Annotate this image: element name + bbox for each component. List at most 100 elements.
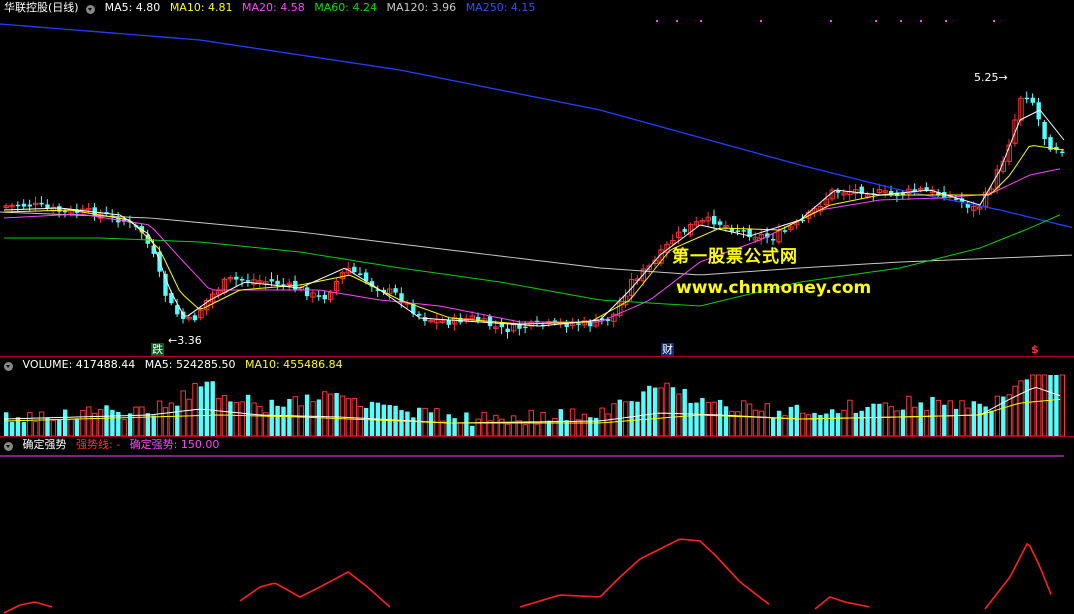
volume-bar <box>27 412 33 436</box>
volume-ma5: MA5: 524285.50 <box>144 358 236 371</box>
volume-bar <box>658 387 664 436</box>
volume-bar <box>830 409 835 436</box>
stock-name: 华联控股(日线) <box>4 1 79 14</box>
marker-dot <box>760 20 762 22</box>
volume-bar <box>812 412 817 436</box>
volume-bar <box>752 409 759 436</box>
volume-bar <box>4 412 9 436</box>
volume-bar <box>239 401 245 436</box>
volume-bar <box>540 412 546 436</box>
volume-bar <box>705 402 711 436</box>
candle <box>234 276 239 280</box>
volume-bar <box>339 395 346 436</box>
volume-bar <box>1012 385 1018 436</box>
volume-bar <box>104 405 109 436</box>
volume-bar <box>717 399 723 436</box>
volume-bar <box>835 413 841 436</box>
ma120-value: MA120: 3.96 <box>386 1 457 14</box>
volume-bar <box>110 409 115 436</box>
marker-dot <box>900 20 902 22</box>
volume-bar <box>481 411 487 436</box>
volume-bar <box>1048 375 1053 436</box>
volume-bar <box>912 406 918 436</box>
volume-bar <box>1054 375 1059 436</box>
volume-bar <box>947 400 953 436</box>
candle <box>771 238 776 241</box>
volume-bar <box>788 406 794 436</box>
volume-bar <box>493 414 499 436</box>
candlestick-chart[interactable] <box>0 0 1074 356</box>
volume-bar <box>310 401 316 436</box>
volume-bar <box>328 393 334 436</box>
candle <box>322 294 327 300</box>
volume-bar <box>505 423 511 436</box>
volume-bar <box>33 421 39 436</box>
volume-value: VOLUME: 417488.44 <box>22 358 136 371</box>
volume-bar <box>965 407 971 436</box>
ma60-line <box>4 214 1061 307</box>
volume-bar <box>623 401 629 436</box>
volume-bar <box>918 402 923 436</box>
volume-bar <box>221 394 228 436</box>
volume-bar <box>446 414 451 436</box>
strength-line-segment <box>519 538 770 608</box>
volume-pane[interactable]: VOLUME: 417488.44 MA5: 524285.50 MA10: 4… <box>0 357 1074 436</box>
watermark-url: www.chnmoney.com <box>676 278 872 298</box>
ma20-value: MA20: 4.58 <box>242 1 305 14</box>
candle <box>741 230 746 232</box>
volume-bar <box>233 402 240 436</box>
volume-bar <box>322 391 328 436</box>
event-dollar-badge[interactable]: $ <box>1031 343 1039 356</box>
event-fall-badge[interactable]: 跌 <box>151 343 164 356</box>
candle <box>1030 97 1035 103</box>
volume-bar <box>499 418 505 436</box>
candle <box>393 288 398 293</box>
volume-bar <box>298 405 304 436</box>
volume-bar <box>457 422 464 436</box>
marker-dot <box>656 20 658 22</box>
candle <box>275 280 280 285</box>
volume-bar <box>824 413 829 436</box>
indicator-pane[interactable]: 确定强势 强势线: - 确定强势: 150.00 <box>0 437 1074 614</box>
volume-bar <box>900 409 906 436</box>
volume-bar <box>694 402 699 436</box>
volume-menu-icon[interactable] <box>4 361 13 371</box>
indicator-line1: 强势线: - <box>76 438 121 451</box>
marker-dot <box>993 20 995 22</box>
candle <box>505 328 510 333</box>
indicator-chart[interactable] <box>0 437 1074 614</box>
volume-bar <box>475 418 481 436</box>
pane-menu-icon[interactable] <box>86 4 96 14</box>
event-finance-badge[interactable]: 财 <box>661 343 674 356</box>
candle <box>576 323 581 325</box>
volume-bar <box>923 409 930 436</box>
volume-bar <box>882 402 888 436</box>
strength-line-segment <box>984 542 1052 610</box>
volume-bar <box>575 419 582 436</box>
volume-bar <box>977 403 982 436</box>
volume-ma10: MA10: 455486.84 <box>244 358 343 371</box>
volume-bar <box>853 412 858 436</box>
ma10-line <box>3 145 1065 325</box>
volume-bar <box>635 401 640 436</box>
volume-bar <box>599 407 605 436</box>
volume-bar <box>741 400 747 436</box>
candle <box>240 279 245 281</box>
candle <box>245 280 251 282</box>
price-chart-pane[interactable]: 华联控股(日线) MA5: 4.80 MA10: 4.81 MA20: 4.58… <box>0 0 1074 356</box>
volume-bar <box>57 419 62 436</box>
marker-dot <box>830 20 832 22</box>
volume-bar <box>664 382 670 436</box>
volume-bar <box>994 395 1001 436</box>
volume-bar <box>334 392 339 436</box>
volume-bar <box>127 413 133 436</box>
candle <box>1042 122 1047 140</box>
volume-bar <box>151 415 156 436</box>
indicator-title: 确定强势 <box>22 438 67 451</box>
volume-bar <box>204 381 209 436</box>
candle <box>499 323 504 328</box>
volume-bar <box>670 387 676 436</box>
volume-bar <box>257 405 263 436</box>
indicator-menu-icon[interactable] <box>4 441 13 451</box>
volume-bar <box>68 418 74 436</box>
